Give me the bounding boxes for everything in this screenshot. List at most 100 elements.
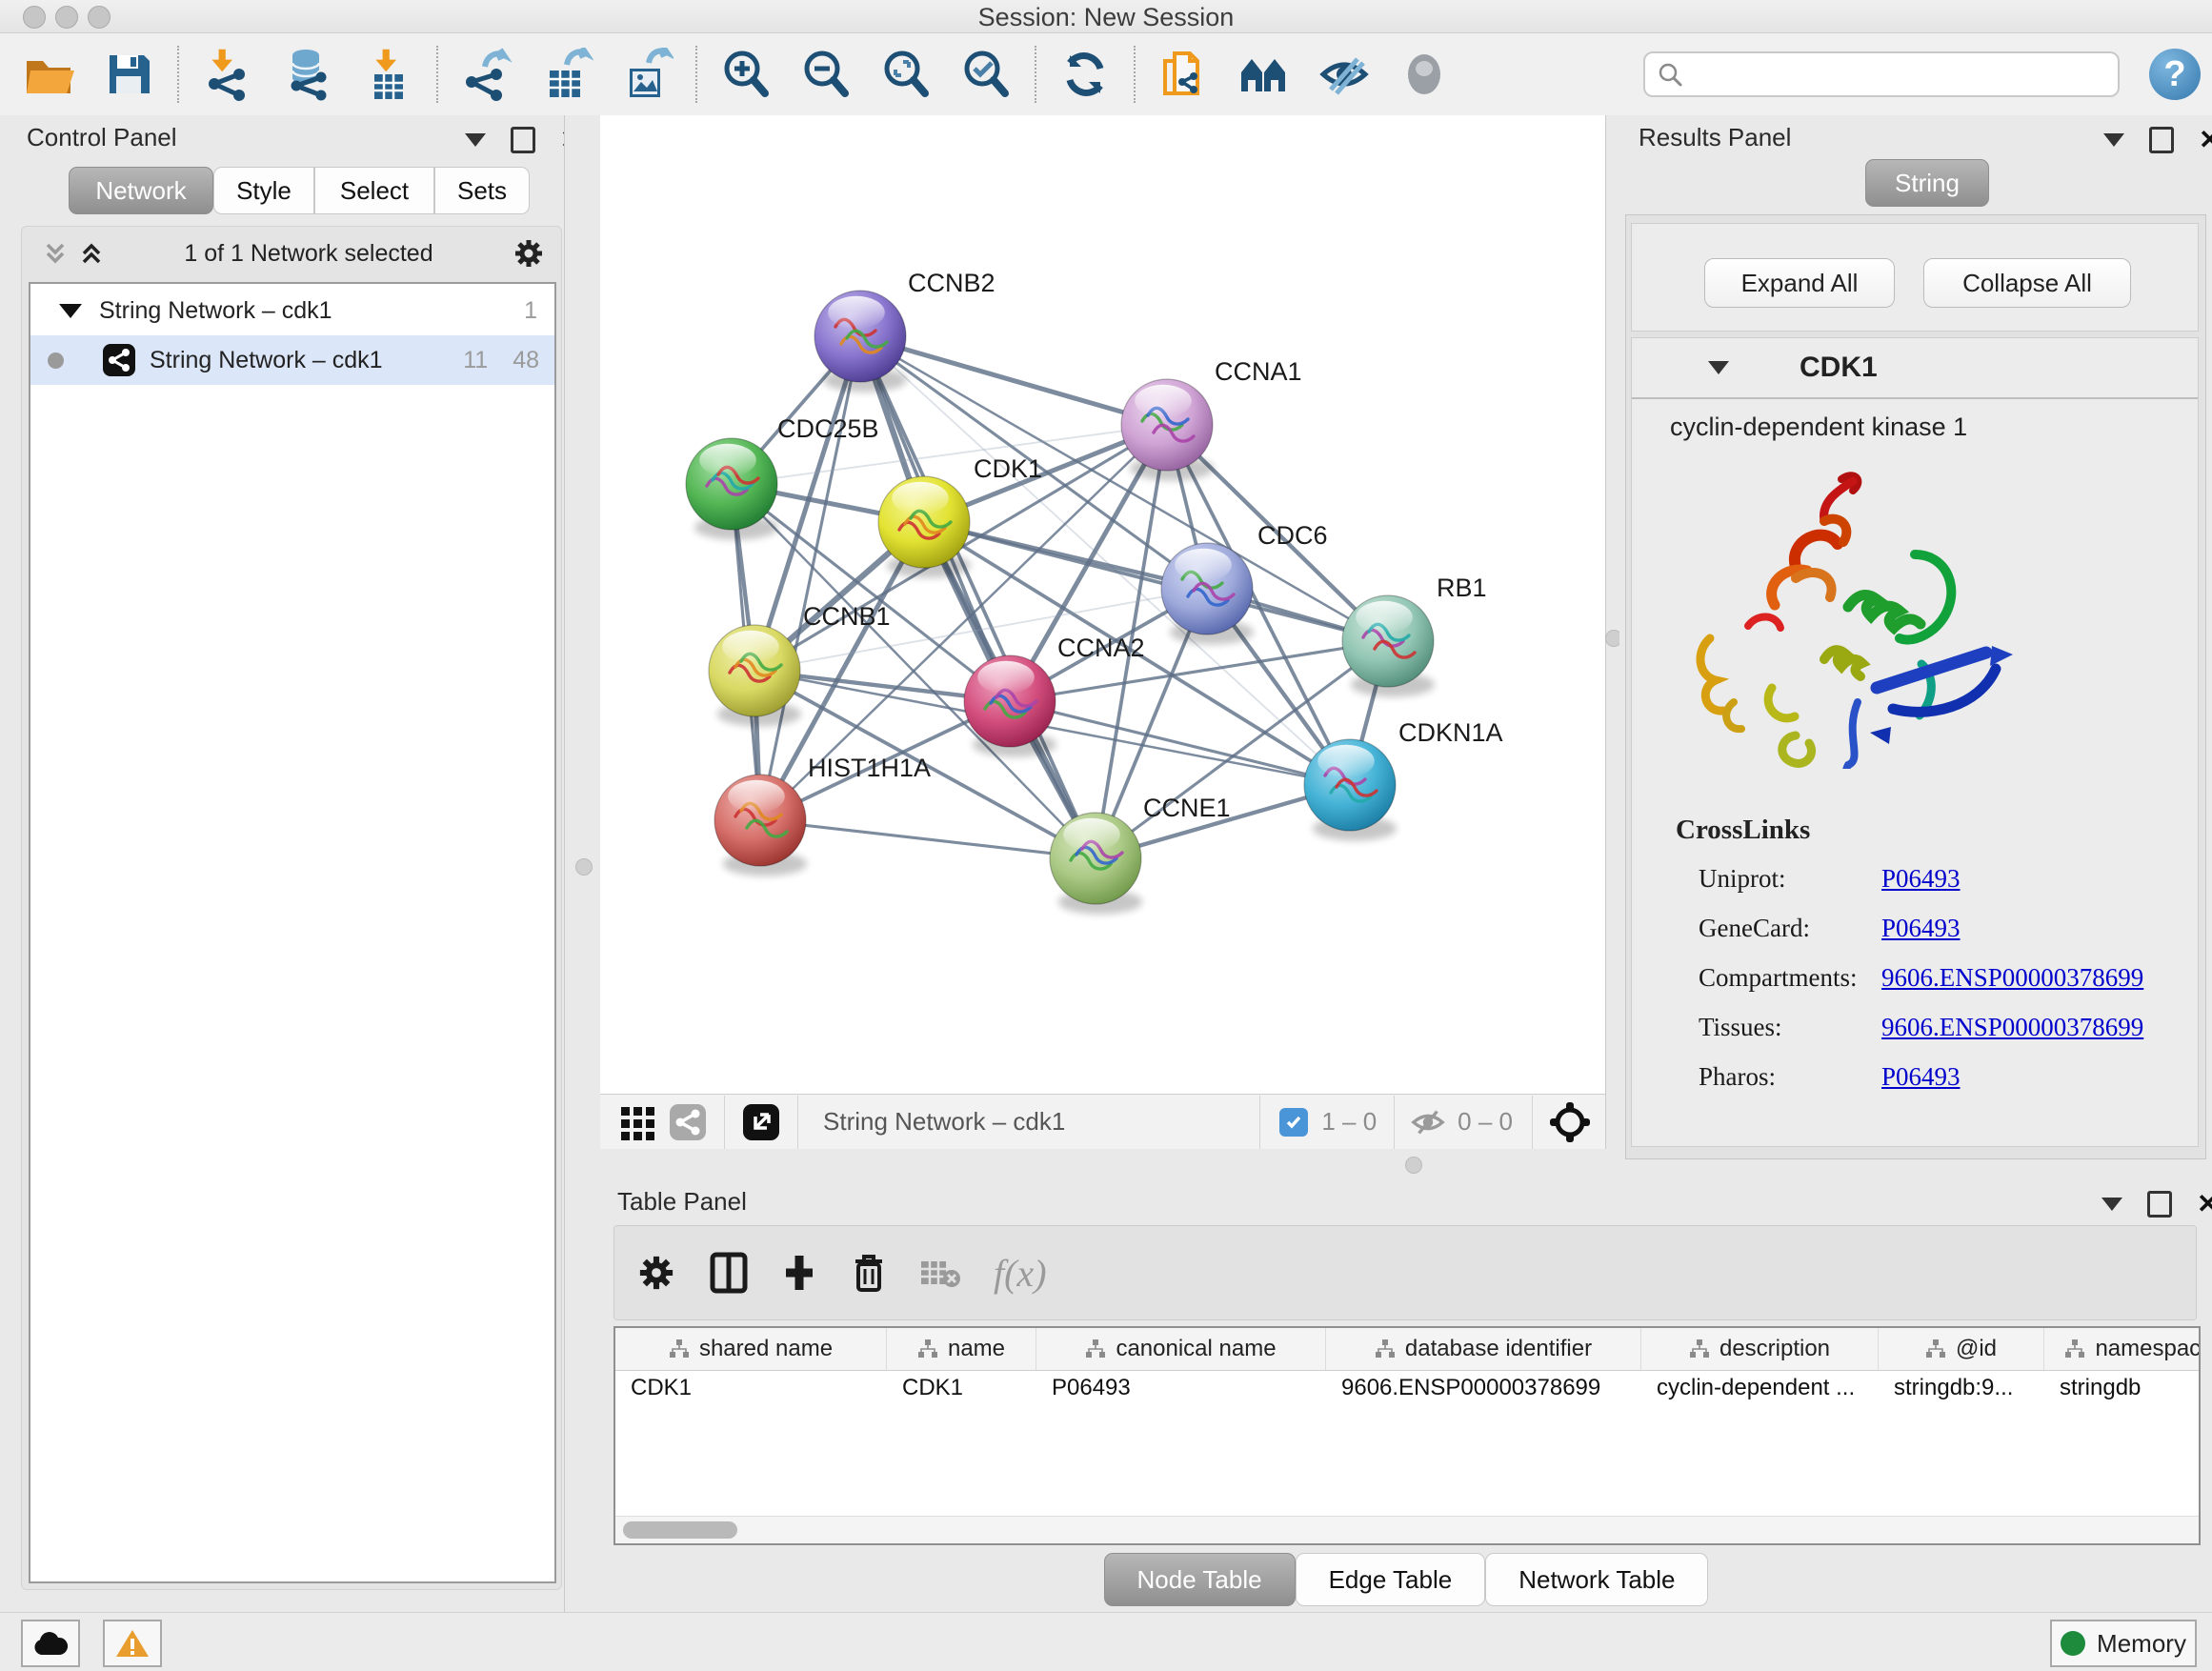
table-cell[interactable]: CDK1 [615, 1370, 887, 1406]
splitter-handle[interactable] [1405, 1157, 1422, 1174]
column-attribute-icon [1689, 1339, 1710, 1359]
table-cell[interactable]: CDK1 [887, 1370, 1036, 1406]
panel-close-icon[interactable]: ✕ [2197, 1194, 2212, 1215]
tab-style[interactable]: Style [213, 167, 314, 214]
crosslink-link[interactable]: 9606.ENSP00000378699 [1881, 1013, 2143, 1042]
zoom-out-button[interactable] [798, 47, 854, 102]
zoom-fit-button[interactable] [878, 47, 934, 102]
first-neighbors-button[interactable] [1237, 47, 1292, 102]
table-gear-icon[interactable] [635, 1252, 677, 1294]
scrollbar-thumb[interactable] [623, 1521, 737, 1539]
node-CCNE1[interactable]: CCNE1 [1050, 794, 1231, 915]
edge-HIST1H1A-CCNE1[interactable] [760, 820, 1096, 858]
expand-all-icon[interactable] [77, 239, 106, 268]
entry-collapse-icon[interactable] [1708, 361, 1729, 374]
import-network-file-button[interactable] [200, 47, 255, 102]
search-input[interactable] [1683, 60, 2106, 89]
table-cell[interactable]: 9606.ENSP00000378699 [1326, 1370, 1641, 1406]
crosslink-link[interactable]: P06493 [1881, 864, 1961, 894]
tab-sets[interactable]: Sets [434, 167, 530, 214]
collapse-all-button[interactable]: Collapse All [1923, 258, 2131, 308]
selection-checkbox[interactable] [1279, 1108, 1308, 1137]
gear-icon[interactable] [512, 236, 546, 271]
crosslink-link[interactable]: P06493 [1881, 914, 1961, 943]
expand-all-button[interactable]: Expand All [1704, 258, 1895, 308]
node-RB1[interactable]: RB1 [1342, 574, 1487, 697]
show-columns-icon[interactable] [710, 1252, 748, 1294]
function-builder-button[interactable]: f(x) [994, 1251, 1047, 1296]
panel-float-icon[interactable] [511, 127, 535, 153]
grid-view-icon[interactable] [619, 1103, 657, 1141]
search-field[interactable] [1643, 51, 2120, 97]
column-header-shared-name[interactable]: shared name [615, 1328, 887, 1370]
node-CCNB1[interactable]: CCNB1 [709, 602, 891, 727]
zoom-selected-button[interactable] [958, 47, 1014, 102]
collapse-all-icon[interactable] [41, 239, 70, 268]
crosslink-link[interactable]: P06493 [1881, 1062, 1961, 1092]
warning-status-button[interactable] [103, 1620, 162, 1667]
crosslink-link[interactable]: 9606.ENSP00000378699 [1881, 963, 2143, 993]
tab-network-table[interactable]: Network Table [1485, 1553, 1708, 1606]
node-CCNA1[interactable]: CCNA1 [1121, 357, 1302, 481]
left-splitter[interactable] [564, 115, 602, 1612]
memory-button[interactable]: Memory [2050, 1620, 2197, 1667]
delete-column-icon[interactable] [851, 1252, 887, 1294]
splitter-handle[interactable] [575, 858, 593, 876]
column-header-description[interactable]: description [1641, 1328, 1879, 1370]
tab-select[interactable]: Select [314, 167, 434, 214]
tree-expand-icon[interactable] [59, 304, 82, 318]
column-header--id[interactable]: @id [1879, 1328, 2044, 1370]
table-cell[interactable]: cyclin-dependent ... [1641, 1370, 1879, 1406]
import-table-file-button[interactable] [360, 47, 415, 102]
hidden-eye-slash-icon[interactable] [1410, 1104, 1446, 1140]
panel-menu-icon[interactable] [2101, 1198, 2122, 1211]
panel-float-icon[interactable] [2149, 127, 2174, 153]
import-network-database-button[interactable] [280, 47, 335, 102]
open-session-button[interactable] [21, 47, 76, 102]
clone-network-button[interactable] [1156, 47, 1212, 102]
node-CCNB2[interactable]: CCNB2 [814, 269, 995, 393]
export-table-button[interactable] [539, 47, 594, 102]
show-all-button[interactable] [1397, 47, 1452, 102]
node-CDC6[interactable]: CDC6 [1161, 521, 1328, 645]
edge-CCNB2-HIST1H1A[interactable] [760, 336, 860, 820]
network-row-selected[interactable]: String Network – cdk1 11 48 [30, 335, 554, 385]
zoom-in-button[interactable] [718, 47, 774, 102]
help-button[interactable]: ? [2149, 49, 2201, 100]
column-header-canonical-name[interactable]: canonical name [1036, 1328, 1326, 1370]
save-session-button[interactable] [101, 47, 156, 102]
node-HIST1H1A[interactable]: HIST1H1A [714, 754, 931, 876]
table-horizontal-scrollbar[interactable] [615, 1516, 2199, 1543]
apply-layout-button[interactable] [1057, 47, 1113, 102]
tab-string[interactable]: String [1865, 159, 1989, 207]
network-canvas[interactable]: CCNB2CCNA1CDC25BCDK1CDC6RB1CCNB1CCNA2CDK… [600, 115, 1605, 1094]
panel-menu-icon[interactable] [2103, 133, 2124, 147]
node-CDK1[interactable]: CDK1 [878, 454, 1042, 578]
add-column-icon[interactable] [780, 1252, 818, 1294]
node-CDKN1A[interactable]: CDKN1A [1304, 718, 1503, 841]
table-cell[interactable]: stringdb:9... [1879, 1370, 2044, 1406]
panel-menu-icon[interactable] [465, 133, 486, 147]
birds-eye-toggle-icon[interactable] [1548, 1100, 1592, 1144]
network-graph[interactable]: CCNB2CCNA1CDC25BCDK1CDC6RB1CCNB1CCNA2CDK… [600, 115, 1605, 1094]
table-row[interactable]: CDK1CDK1P064939606.ENSP00000378699cyclin… [615, 1370, 2201, 1406]
panel-close-icon[interactable]: ✕ [2199, 130, 2212, 151]
hide-selected-button[interactable] [1317, 47, 1372, 102]
network-view-icon[interactable] [669, 1103, 707, 1141]
table-cell[interactable]: stringdb [2044, 1370, 2201, 1406]
column-header-database-identifier[interactable]: database identifier [1326, 1328, 1641, 1370]
tab-network[interactable]: Network [69, 167, 213, 214]
tab-edge-table[interactable]: Edge Table [1296, 1553, 1486, 1606]
network-collection-row[interactable]: String Network – cdk1 1 [30, 286, 554, 335]
detach-view-icon[interactable] [742, 1103, 780, 1141]
table-cell[interactable]: P06493 [1036, 1370, 1326, 1406]
entry-header[interactable]: CDK1 [1632, 338, 2198, 399]
panel-float-icon[interactable] [2147, 1191, 2172, 1218]
clear-table-icon[interactable] [919, 1256, 961, 1290]
cloud-status-button[interactable] [21, 1620, 80, 1667]
export-network-button[interactable] [459, 47, 514, 102]
column-header-namespace[interactable]: namespace [2044, 1328, 2201, 1370]
export-image-button[interactable] [619, 47, 674, 102]
tab-node-table[interactable]: Node Table [1104, 1553, 1296, 1606]
column-header-name[interactable]: name [887, 1328, 1036, 1370]
